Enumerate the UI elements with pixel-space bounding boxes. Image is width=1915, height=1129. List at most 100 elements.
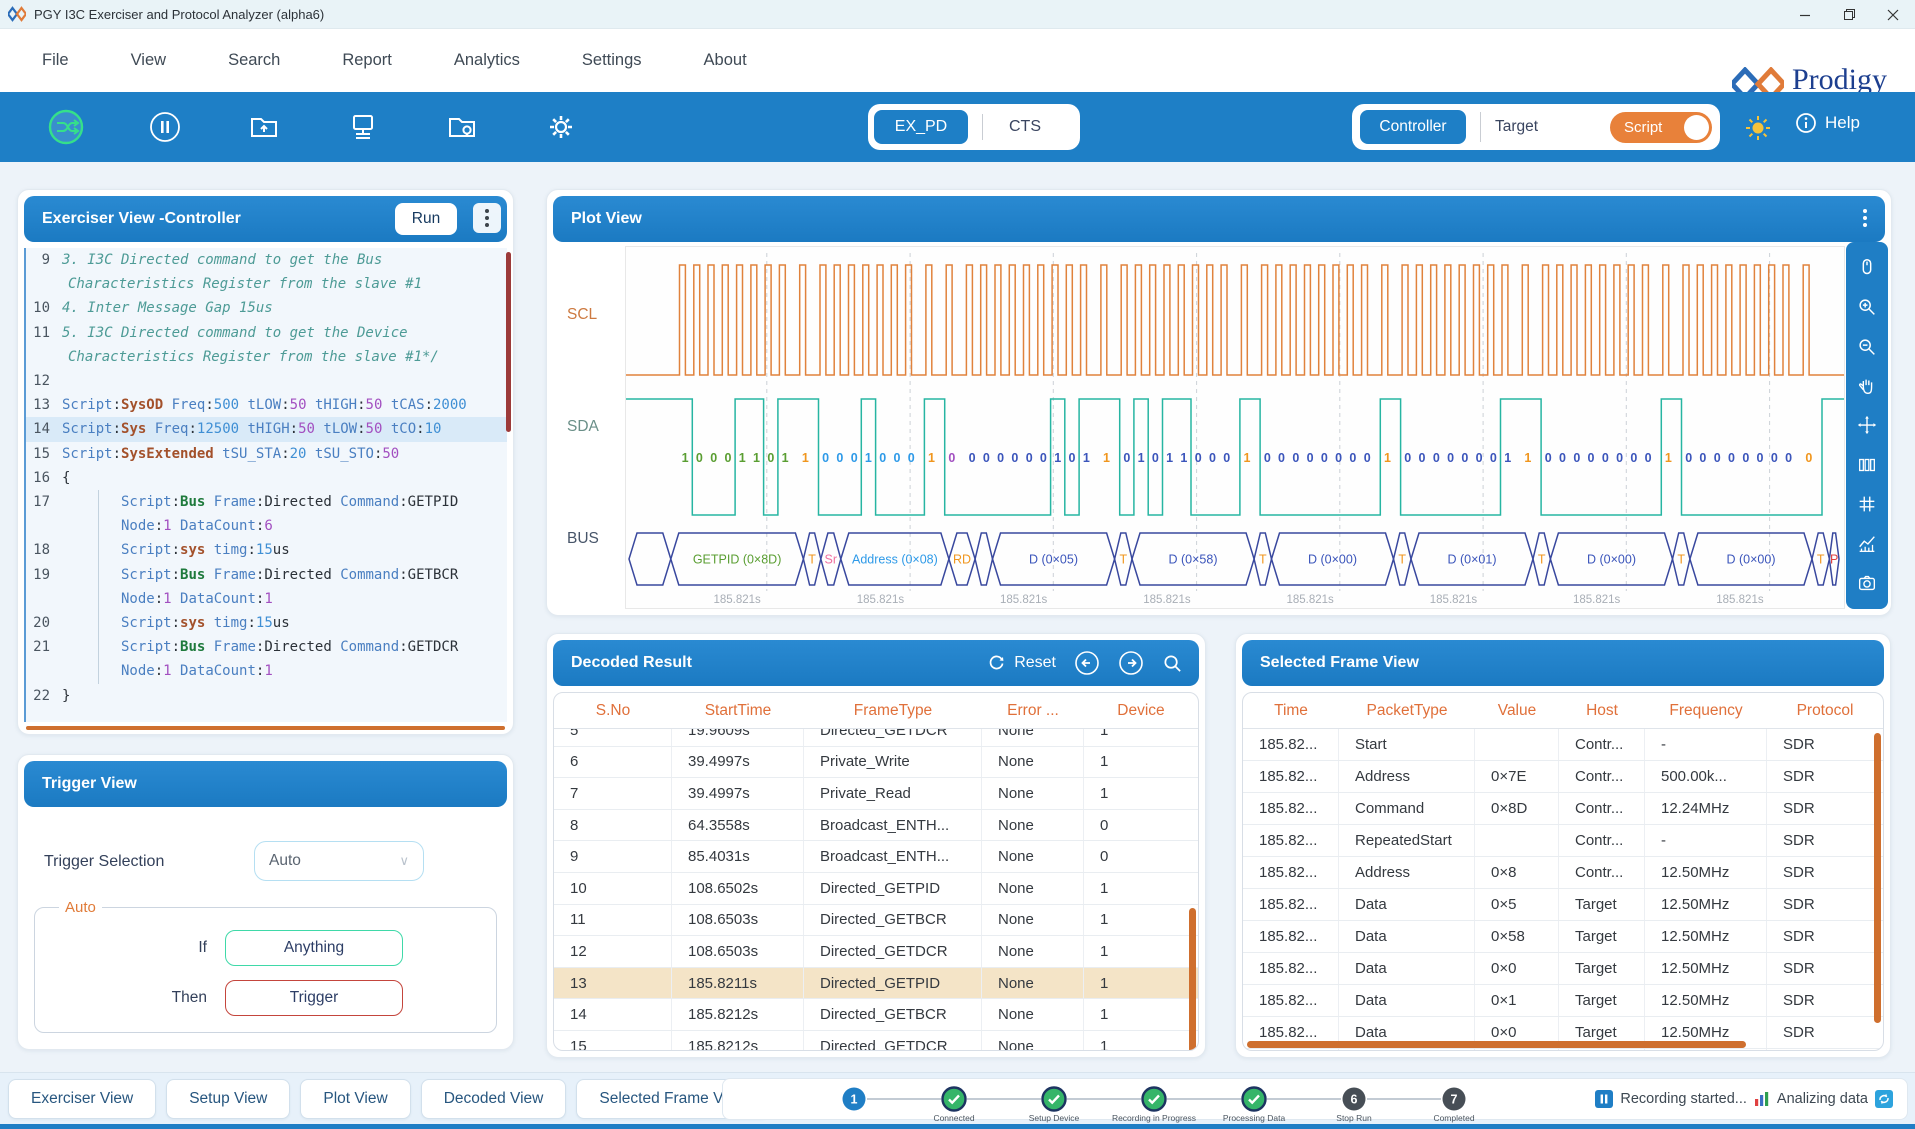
table-row[interactable]: 185.82...Data0×58Target12.50MHzSDR [1243, 921, 1883, 953]
table-row[interactable]: 185.82...Data0×0Target12.50MHzSDR [1243, 953, 1883, 985]
search-icon[interactable] [1162, 653, 1183, 674]
table-row[interactable]: 185.82...Address0×8Contr...12.50MHzSDR [1243, 857, 1883, 889]
bus-frame[interactable]: D (0×01) [1411, 533, 1533, 585]
chart-icon[interactable] [1854, 531, 1880, 557]
bottom-btn-setup-view[interactable]: Setup View [166, 1079, 290, 1119]
table-row[interactable]: 185.82...Data0×1Target12.50MHzSDR [1243, 985, 1883, 1017]
target-button[interactable]: Target [1495, 118, 1538, 136]
plot-menu-icon[interactable] [1851, 203, 1879, 233]
table-row[interactable]: 185.82...StartContr...-SDR [1243, 729, 1883, 761]
script-editor[interactable]: 93. I3C Directed command to get the BusC… [24, 248, 507, 722]
table-row[interactable]: 13185.8211sDirected_GETPIDNone1 [554, 968, 1198, 1000]
bus-frame[interactable]: T [1394, 533, 1412, 585]
bus-frame[interactable]: GETPID (0×8D) [671, 533, 804, 585]
editor-horizontal-scrollbar[interactable] [26, 726, 505, 730]
restore-icon[interactable] [1827, 0, 1871, 29]
then-action-button[interactable]: Trigger [225, 980, 403, 1016]
next-frame-icon[interactable] [1118, 650, 1144, 676]
table-row[interactable]: 15185.8212sDirected_GETDCRNone1 [554, 1031, 1198, 1050]
col-value[interactable]: Value [1475, 702, 1559, 720]
menu-about[interactable]: About [704, 43, 747, 78]
bus-frame[interactable]: D (0×00) [1272, 533, 1394, 585]
bus-frame[interactable]: Address (0×08) [841, 533, 949, 585]
pause-icon[interactable] [145, 107, 185, 147]
frame-vertical-scrollbar[interactable] [1874, 733, 1881, 1023]
col-time[interactable]: Time [1243, 702, 1339, 720]
move-icon[interactable] [1854, 412, 1880, 438]
table-row[interactable]: 185.82...RepeatedStartContr...-SDR [1243, 825, 1883, 857]
settings-gear-icon[interactable] [541, 107, 581, 147]
bus-frame[interactable]: T [1533, 533, 1550, 585]
bus-frame[interactable]: P [1829, 533, 1839, 585]
menu-file[interactable]: File [42, 43, 69, 78]
table-row[interactable]: 185.82...Data0×5Target12.50MHzSDR [1243, 889, 1883, 921]
bus-frame[interactable]: RD [949, 533, 975, 585]
run-flow-icon[interactable] [46, 107, 86, 147]
help-button[interactable]: Help [1795, 112, 1860, 134]
run-button[interactable]: Run [395, 203, 457, 235]
bottom-btn-exerciser-view[interactable]: Exerciser View [8, 1079, 156, 1119]
bus-frame[interactable]: D (0×00) [1550, 533, 1672, 585]
table-row[interactable]: 739.4997sPrivate_ReadNone1 [554, 778, 1198, 810]
col-frequency[interactable]: Frequency [1645, 702, 1767, 720]
menu-search[interactable]: Search [228, 43, 280, 78]
zoom-out-icon[interactable] [1854, 334, 1880, 360]
camera-icon[interactable] [1854, 570, 1880, 596]
waveform-canvas[interactable]: 185.821s185.821s185.821s185.821s185.821s… [625, 246, 1845, 609]
bus-frame[interactable]: Sr [821, 533, 841, 585]
table-row[interactable]: 11108.6503sDirected_GETBCRNone1 [554, 905, 1198, 937]
col-protocol[interactable]: Protocol [1767, 702, 1883, 720]
bus-frame[interactable]: D (0×05) [993, 533, 1115, 585]
bus-frame[interactable]: T [1812, 533, 1829, 585]
bottom-btn-plot-view[interactable]: Plot View [300, 1079, 410, 1119]
editor-vertical-scrollbar[interactable] [506, 252, 511, 432]
table-row[interactable]: 519.9609sDirected_GETDCRNone1 [554, 729, 1198, 747]
bus-frame[interactable] [629, 533, 671, 585]
controller-button[interactable]: Controller [1360, 110, 1466, 144]
table-row[interactable]: 185.82Data0×0Target12.50MHzSDR [1243, 1049, 1883, 1050]
table-row[interactable]: 185.82...Command0×8DContr...12.24MHzSDR [1243, 793, 1883, 825]
table-row[interactable]: 985.4031sBroadcast_ENTH...None0 [554, 841, 1198, 873]
folder-pin-icon[interactable] [442, 107, 482, 147]
bus-frame[interactable]: T [1115, 533, 1132, 585]
frame-horizontal-scrollbar[interactable] [1247, 1041, 1746, 1048]
menu-report[interactable]: Report [342, 43, 392, 78]
decoded-vertical-scrollbar[interactable] [1189, 908, 1196, 1051]
exerciser-menu-icon[interactable] [473, 203, 501, 233]
if-condition-button[interactable]: Anything [225, 930, 403, 966]
col-device[interactable]: Device [1084, 702, 1198, 720]
col-error[interactable]: Error ... [982, 702, 1084, 720]
table-row[interactable]: 12108.6503sDirected_GETDCRNone1 [554, 936, 1198, 968]
table-row[interactable]: 864.3558sBroadcast_ENTH...None0 [554, 810, 1198, 842]
theme-sun-icon[interactable] [1745, 115, 1771, 146]
bus-frame[interactable]: T [803, 533, 820, 585]
col-frametype[interactable]: FrameType [804, 702, 982, 720]
reset-button[interactable]: Reset [987, 654, 1056, 673]
tab-cts[interactable]: CTS [995, 118, 1055, 136]
bus-frame[interactable]: T [1254, 533, 1271, 585]
folder-export-icon[interactable] [244, 107, 284, 147]
tab-ex-pd[interactable]: EX_PD [874, 110, 968, 144]
pan-hand-icon[interactable] [1854, 373, 1880, 399]
bus-frame[interactable] [975, 533, 992, 585]
col-host[interactable]: Host [1559, 702, 1645, 720]
col-starttime[interactable]: StartTime [672, 702, 804, 720]
table-row[interactable]: 14185.8212sDirected_GETBCRNone1 [554, 999, 1198, 1031]
columns-icon[interactable] [1854, 452, 1880, 478]
menu-settings[interactable]: Settings [582, 43, 642, 78]
bus-frame[interactable]: T [1673, 533, 1690, 585]
col-sno[interactable]: S.No [554, 702, 672, 720]
table-row[interactable]: 639.4997sPrivate_WriteNone1 [554, 747, 1198, 779]
close-icon[interactable] [1871, 0, 1915, 29]
bus-frame[interactable]: D (0×58) [1132, 533, 1254, 585]
minimize-icon[interactable] [1783, 0, 1827, 29]
col-packettype[interactable]: PacketType [1339, 702, 1475, 720]
table-row[interactable]: 185.82...Address0×7EContr...500.00k...SD… [1243, 761, 1883, 793]
trigger-selection-dropdown[interactable]: Auto ∨ [254, 841, 424, 881]
grid-icon[interactable] [1854, 491, 1880, 517]
zoom-in-icon[interactable] [1854, 294, 1880, 320]
table-row[interactable]: 10108.6502sDirected_GETPIDNone1 [554, 873, 1198, 905]
script-toggle[interactable]: Script [1610, 112, 1712, 143]
prev-frame-icon[interactable] [1074, 650, 1100, 676]
menu-analytics[interactable]: Analytics [454, 43, 520, 78]
